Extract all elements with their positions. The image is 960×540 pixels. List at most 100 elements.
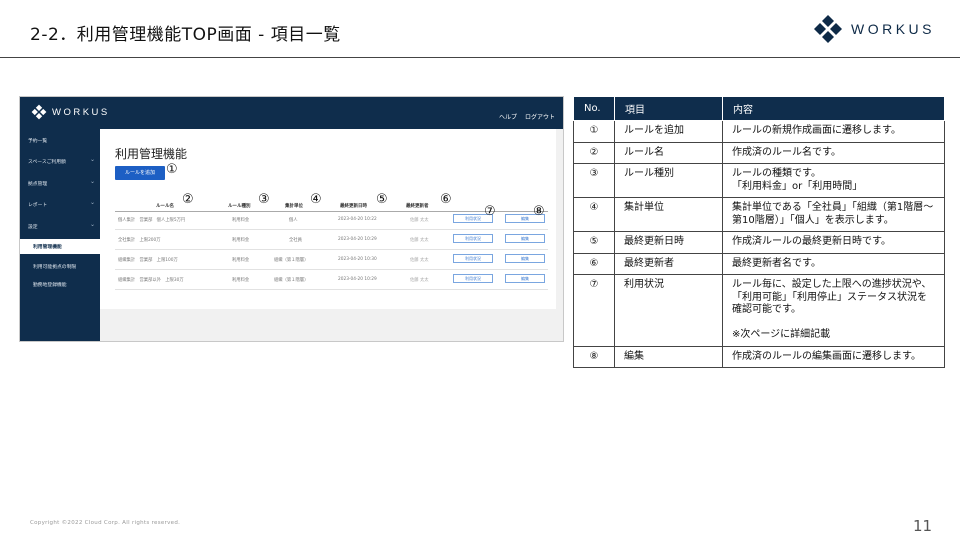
rule-type: 利用料金 — [232, 218, 250, 223]
top-links: ヘルプ ログアウト — [499, 112, 555, 121]
row-description: 作成済のルールの編集画面に遷移します。 — [722, 345, 945, 368]
marker-7: ⑦ — [484, 204, 496, 219]
marker-8: ⑧ — [533, 204, 545, 219]
row-item: 利用状況 — [614, 274, 723, 347]
rule-unit: 個人 — [289, 218, 298, 223]
rule-type: 利用料金 — [232, 258, 250, 263]
row-number: ⑦ — [573, 274, 615, 347]
brand-name: WORKUS — [851, 21, 935, 37]
app-main: 利用管理機能 ルールを追加 ルール名 ルール種別 集計単位 最終更新日時 最終更… — [100, 129, 563, 341]
updated-by: 佐藤 太太 — [410, 238, 429, 243]
screen-mockup: WORKUS ヘルプ ログアウト 予約一覧 スペースご利用額 拠点管理 レポート… — [19, 96, 564, 342]
row-divider — [115, 269, 548, 270]
table-row: ④ 集計単位 集計単位である「全社員」「組織（第1階層～第10階層）」「個人」を… — [573, 197, 945, 232]
help-link[interactable]: ヘルプ — [499, 112, 517, 121]
column-header-rule-type: ルール種別 — [228, 204, 251, 209]
rule-name[interactable]: 組織集計 営業部以外 上限30万 — [118, 277, 184, 283]
marker-2: ② — [182, 192, 194, 207]
column-header-updated-at: 最終更新日時 — [340, 204, 367, 209]
row-description: 最終更新者名です。 — [722, 252, 945, 275]
table-row: ③ ルール種別 ルールの種類です。 「利用料金」or「利用時間」 — [573, 163, 945, 198]
row-number: ① — [573, 120, 615, 143]
app-topbar: WORKUS ヘルプ ログアウト — [20, 97, 563, 129]
column-header-rule-name: ルール名 — [156, 204, 174, 209]
row-number: ③ — [573, 163, 615, 198]
table-header-row: No. 項目 内容 — [573, 96, 945, 121]
row-number: ⑧ — [573, 345, 615, 368]
slide-title: 2-2．利用管理機能TOP画面 - 項目一覧 — [30, 25, 341, 45]
row-description: ルール毎に、設定した上限への進捗状況や、「利用可能」「利用停止」ステータス状況を… — [722, 274, 945, 347]
row-divider — [115, 289, 548, 290]
row-number: ⑥ — [573, 252, 615, 275]
table-row: ⑧ 編集 作成済のルールの編集画面に遷移します。 — [573, 345, 945, 368]
updated-at: 2023-04-20 10:22 — [338, 217, 377, 222]
row-divider — [115, 229, 548, 230]
marker-3: ③ — [258, 192, 270, 207]
rule-name[interactable]: 組織集計 営業部 上限100万 — [118, 257, 178, 263]
table-row: ⑤ 最終更新日時 作成済ルールの最終更新日時です。 — [573, 231, 945, 254]
rule-type: 利用料金 — [232, 278, 250, 283]
updated-by: 佐藤 太太 — [410, 278, 429, 283]
add-rule-button[interactable]: ルールを追加 — [115, 166, 165, 180]
marker-1: ① — [166, 162, 178, 177]
edit-button[interactable]: 編集 — [505, 254, 545, 263]
edit-button[interactable]: 編集 — [505, 274, 545, 283]
row-item: 最終更新者 — [614, 252, 723, 275]
row-item: 編集 — [614, 345, 723, 368]
sidebar-item-workplace-registration[interactable]: 勤務地登録機能 — [33, 281, 67, 288]
column-header-no: No. — [573, 96, 615, 121]
page-title: 利用管理機能 — [115, 147, 188, 161]
app-brand-name: WORKUS — [52, 106, 110, 118]
sidebar-item-usage-management[interactable]: 利用管理機能 — [20, 239, 100, 254]
column-header-updated-by: 最終更新者 — [406, 204, 429, 209]
brand-logo: WORKUS — [811, 12, 935, 46]
rule-name[interactable]: 個人集計 営業部 個人上限5万円 — [118, 217, 185, 223]
usage-status-button[interactable]: 利用状況 — [453, 234, 493, 243]
header-divider — [0, 57, 960, 58]
row-item: ルール種別 — [614, 163, 723, 198]
updated-at: 2023-04-20 10:29 — [338, 277, 377, 282]
usage-status-button[interactable]: 利用状況 — [453, 254, 493, 263]
clover-logo-icon — [814, 15, 842, 43]
rule-unit: 全社員 — [289, 238, 302, 243]
column-header-content: 内容 — [722, 96, 945, 121]
app-logo[interactable]: WORKUS — [30, 103, 110, 121]
sidebar-item-locations[interactable]: 拠点管理 — [28, 178, 96, 187]
row-description: ルールの種類です。 「利用料金」or「利用時間」 — [722, 163, 945, 198]
rule-type: 利用料金 — [232, 238, 250, 243]
row-number: ② — [573, 141, 615, 164]
page-number: 11 — [913, 517, 933, 535]
rule-unit: 組織（第１階層） — [274, 278, 309, 283]
content-card: 利用管理機能 ルールを追加 ルール名 ルール種別 集計単位 最終更新日時 最終更… — [100, 129, 556, 309]
updated-at: 2023-04-20 10:29 — [338, 237, 377, 242]
app-sidebar: 予約一覧 スペースご利用額 拠点管理 レポート 設定 利用管理機能 利用可能拠点… — [20, 129, 100, 341]
row-description: 集計単位である「全社員」「組織（第1階層～第10階層）」「個人」を表示します。 — [722, 197, 945, 232]
row-description: 作成済ルールの最終更新日時です。 — [722, 231, 945, 254]
sidebar-item-space-usage[interactable]: スペースご利用額 — [28, 156, 95, 165]
sidebar-item-location-limit[interactable]: 利用可能拠点の制限 — [33, 263, 76, 270]
row-item: ルール名 — [614, 141, 723, 164]
row-number: ④ — [573, 197, 615, 232]
column-header-unit: 集計単位 — [285, 204, 303, 209]
sidebar-item-reservations[interactable]: 予約一覧 — [28, 137, 47, 144]
marker-4: ④ — [310, 192, 322, 207]
marker-6: ⑥ — [440, 192, 452, 207]
row-item: 集計単位 — [614, 197, 723, 232]
edit-button[interactable]: 編集 — [505, 234, 545, 243]
rule-unit: 組織（第１階層） — [274, 258, 309, 263]
usage-status-button[interactable]: 利用状況 — [453, 274, 493, 283]
sidebar-item-reports[interactable]: レポート — [28, 199, 96, 208]
row-number: ⑤ — [573, 231, 615, 254]
column-header-item: 項目 — [614, 96, 723, 121]
updated-by: 佐藤 太太 — [410, 218, 429, 223]
row-description: 作成済のルール名です。 — [722, 141, 945, 164]
table-row: ② ルール名 作成済のルール名です。 — [573, 141, 945, 164]
logout-link[interactable]: ログアウト — [525, 112, 555, 121]
row-description: ルールの新規作成画面に遷移します。 — [722, 120, 945, 143]
table-row: ⑦ 利用状況 ルール毎に、設定した上限への進捗状況や、「利用可能」「利用停止」ス… — [573, 274, 945, 347]
table-row: ① ルールを追加 ルールの新規作成画面に遷移します。 — [573, 120, 945, 143]
table-row: ⑥ 最終更新者 最終更新者名です。 — [573, 252, 945, 275]
sidebar-item-settings[interactable]: 設定 — [28, 221, 92, 230]
row-divider — [115, 249, 548, 250]
rule-name[interactable]: 全社集計 上限200万 — [118, 237, 161, 243]
